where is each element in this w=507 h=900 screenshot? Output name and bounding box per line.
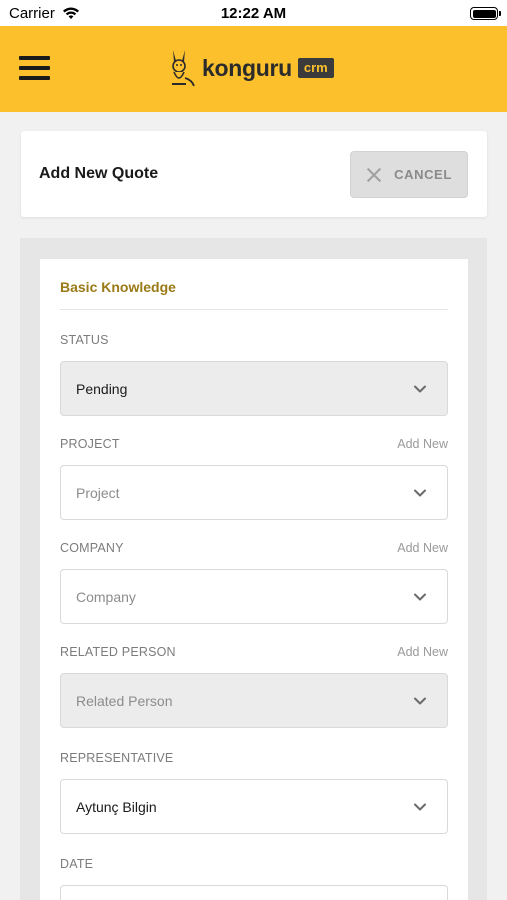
date-label: DATE — [60, 857, 94, 871]
add-new-project-link[interactable]: Add New — [397, 437, 448, 451]
chevron-down-icon — [414, 697, 426, 705]
kangaroo-logo-icon — [172, 50, 195, 87]
related-person-select[interactable]: Related Person — [60, 673, 448, 728]
clock: 12:22 AM — [220, 5, 287, 22]
status-select[interactable]: Pending — [60, 361, 448, 416]
related-person-label: RELATED PERSON — [60, 645, 176, 659]
company-label: COMPANY — [60, 541, 124, 555]
chevron-down-icon — [414, 385, 426, 393]
hamburger-menu-icon[interactable] — [19, 56, 50, 80]
status-bar: Carrier 12:22 AM — [0, 0, 507, 26]
cancel-button-label: CANCEL — [394, 167, 452, 182]
project-placeholder: Project — [76, 485, 120, 501]
representative-value: Aytunç Bilgin — [76, 799, 157, 815]
form-container: Basic Knowledge STATUS Pending PROJECT A… — [20, 238, 487, 900]
status-label: STATUS — [60, 333, 109, 347]
add-new-related-person-link[interactable]: Add New — [397, 645, 448, 659]
chevron-down-icon — [414, 593, 426, 601]
cancel-button[interactable]: CANCEL — [350, 151, 468, 198]
representative-label: REPRESENTATIVE — [60, 751, 174, 765]
representative-select[interactable]: Aytunç Bilgin — [60, 779, 448, 834]
app-header: konguru crm — [0, 26, 507, 112]
add-new-company-link[interactable]: Add New — [397, 541, 448, 555]
company-select[interactable]: Company — [60, 569, 448, 624]
chevron-down-icon — [414, 489, 426, 497]
app-logo: konguru crm — [164, 48, 334, 88]
related-person-placeholder: Related Person — [76, 693, 173, 709]
page-title: Add New Quote — [39, 165, 159, 182]
section-divider — [60, 309, 448, 310]
basic-knowledge-form: Basic Knowledge STATUS Pending PROJECT A… — [40, 259, 468, 900]
status-value: Pending — [76, 381, 128, 397]
project-select[interactable]: Project — [60, 465, 448, 520]
battery-icon — [470, 7, 501, 20]
chevron-down-icon — [414, 803, 426, 811]
project-label: PROJECT — [60, 437, 120, 451]
section-title: Basic Knowledge — [60, 279, 176, 295]
company-placeholder: Company — [76, 589, 136, 605]
brand-name: konguru — [202, 54, 292, 81]
date-input[interactable] — [60, 885, 448, 900]
page-title-card: Add New Quote CANCEL — [21, 131, 487, 217]
close-icon — [366, 167, 382, 183]
crm-badge: crm — [297, 58, 334, 78]
